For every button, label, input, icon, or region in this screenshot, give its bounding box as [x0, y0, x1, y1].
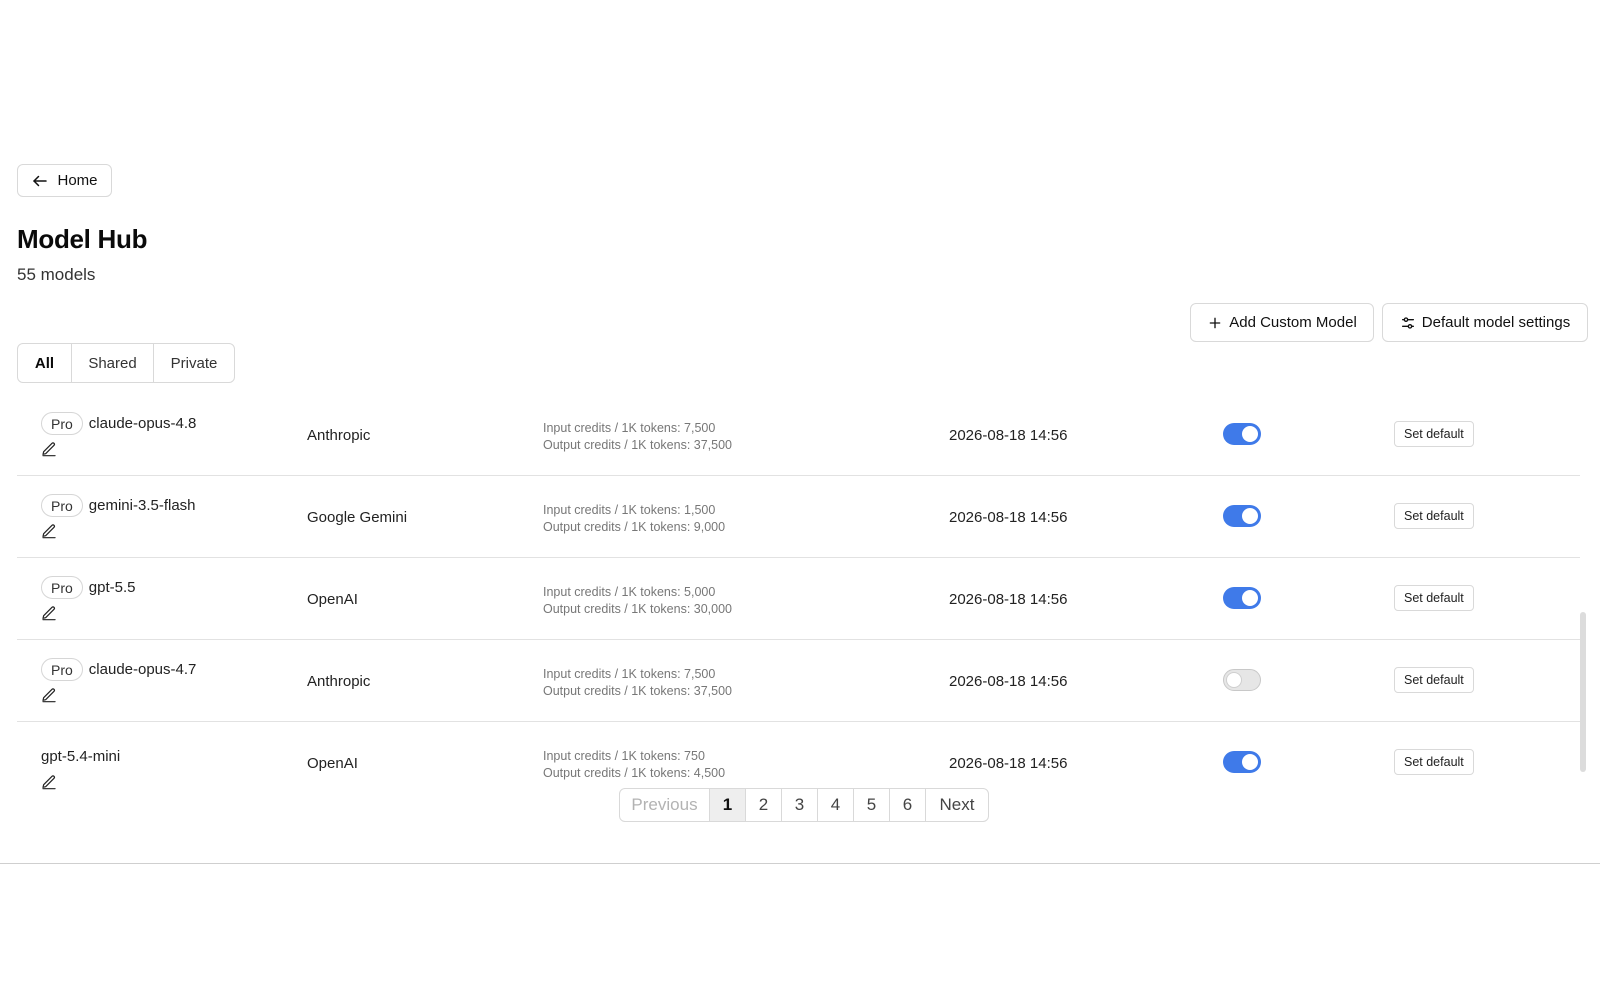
created-at: 2026-08-18 14:56 — [949, 509, 1068, 526]
next-page-button[interactable]: Next — [926, 789, 988, 821]
add-custom-model-button[interactable]: Add Custom Model — [1190, 303, 1374, 342]
pencil-icon[interactable] — [41, 687, 57, 703]
input-credits: Input credits / 1K tokens: 5,000 — [543, 585, 716, 599]
input-credits: Input credits / 1K tokens: 1,500 — [543, 503, 716, 517]
set-default-button[interactable]: Set default — [1394, 503, 1474, 529]
visibility-tabs: All Shared Private — [17, 343, 235, 383]
toggle-knob — [1226, 672, 1242, 688]
set-default-button[interactable]: Set default — [1394, 667, 1474, 693]
input-credits: Input credits / 1K tokens: 7,500 — [543, 421, 716, 435]
table-row: Pro claude-opus-4.8 Anthropic Input cred… — [17, 394, 1580, 476]
output-credits: Output credits / 1K tokens: 37,500 — [543, 438, 733, 452]
credits: Input credits / 1K tokens: 1,500 Output … — [543, 502, 725, 536]
toggle-knob — [1242, 590, 1258, 606]
page-button[interactable]: 5 — [854, 789, 890, 821]
model-name: gpt-5.5 — [88, 579, 136, 596]
output-credits: Output credits / 1K tokens: 37,500 — [543, 684, 733, 698]
input-credits: Input credits / 1K tokens: 7,500 — [543, 667, 716, 681]
pencil-icon[interactable] — [41, 605, 57, 621]
pencil-icon[interactable] — [41, 774, 57, 790]
created-at: 2026-08-18 14:56 — [949, 427, 1068, 444]
plus-icon — [1209, 317, 1221, 328]
model-name: claude-opus-4.8 — [88, 415, 197, 432]
provider: OpenAI — [307, 591, 358, 608]
toggle-knob — [1242, 426, 1258, 442]
model-name-cell: Pro claude-opus-4.7 — [41, 658, 196, 681]
input-credits: Input credits / 1K tokens: 750 — [543, 749, 705, 763]
toggle-knob — [1242, 754, 1258, 770]
enabled-toggle[interactable] — [1223, 587, 1261, 609]
credits: Input credits / 1K tokens: 7,500 Output … — [543, 420, 732, 454]
provider: Google Gemini — [307, 509, 408, 526]
model-name-cell: gpt-5.4-mini — [41, 748, 120, 765]
page-button[interactable]: 1 — [710, 789, 746, 821]
pro-badge: Pro — [41, 412, 83, 435]
credits: Input credits / 1K tokens: 7,500 Output … — [543, 666, 732, 700]
enabled-toggle[interactable] — [1223, 751, 1261, 773]
output-credits: Output credits / 1K tokens: 4,500 — [543, 766, 726, 780]
pro-badge: Pro — [41, 576, 83, 599]
home-button-label: Home — [57, 172, 98, 189]
pencil-icon[interactable] — [41, 523, 57, 539]
model-name-cell: Pro claude-opus-4.8 — [41, 412, 196, 435]
model-hub-page: Home Model Hub 55 models Add Custom Mode… — [0, 0, 1600, 1000]
divider — [0, 863, 1600, 864]
enabled-toggle[interactable] — [1223, 505, 1261, 527]
pro-badge: Pro — [41, 494, 83, 517]
table-row: Pro gemini-3.5-flash Google Gemini Input… — [17, 476, 1580, 558]
table-row: Pro gpt-5.5 OpenAI Input credits / 1K to… — [17, 558, 1580, 640]
created-at: 2026-08-18 14:56 — [949, 673, 1068, 690]
table-scrollbar[interactable] — [1580, 612, 1586, 772]
default-model-settings-button[interactable]: Default model settings — [1382, 303, 1588, 342]
model-name-cell: Pro gpt-5.5 — [41, 576, 136, 599]
pro-badge: Pro — [41, 658, 83, 681]
output-credits: Output credits / 1K tokens: 9,000 — [543, 520, 726, 534]
tab-private[interactable]: Private — [154, 344, 234, 382]
provider: Anthropic — [307, 673, 371, 690]
set-default-button[interactable]: Set default — [1394, 585, 1474, 611]
created-at: 2026-08-18 14:56 — [949, 591, 1068, 608]
enabled-toggle[interactable] — [1223, 423, 1261, 445]
pencil-icon[interactable] — [41, 441, 57, 457]
model-name: gemini-3.5-flash — [88, 497, 196, 514]
pagination: Previous 1 2 3 4 5 6 Next — [619, 788, 989, 822]
enabled-toggle[interactable] — [1223, 669, 1261, 691]
add-custom-model-label: Add Custom Model — [1229, 314, 1357, 331]
page-button[interactable]: 3 — [782, 789, 818, 821]
page-title: Model Hub — [17, 224, 148, 254]
model-count: 55 models — [17, 265, 96, 284]
settings-sliders-icon — [1401, 316, 1414, 329]
provider: OpenAI — [307, 755, 358, 772]
model-name: gpt-5.4-mini — [41, 748, 121, 765]
page-button[interactable]: 6 — [890, 789, 926, 821]
toggle-knob — [1242, 508, 1258, 524]
credits: Input credits / 1K tokens: 5,000 Output … — [543, 584, 732, 618]
provider: Anthropic — [307, 427, 371, 444]
set-default-button[interactable]: Set default — [1394, 421, 1474, 447]
model-name-cell: Pro gemini-3.5-flash — [41, 494, 196, 517]
tab-all[interactable]: All — [18, 344, 72, 382]
tab-shared[interactable]: Shared — [72, 344, 154, 382]
table-row: Pro claude-opus-4.7 Anthropic Input cred… — [17, 640, 1580, 722]
created-at: 2026-08-18 14:56 — [949, 755, 1068, 772]
model-name: claude-opus-4.7 — [88, 661, 197, 678]
credits: Input credits / 1K tokens: 750 Output cr… — [543, 748, 725, 782]
arrow-left-icon — [33, 175, 48, 186]
page-button[interactable]: 4 — [818, 789, 854, 821]
output-credits: Output credits / 1K tokens: 30,000 — [543, 602, 733, 616]
home-button[interactable]: Home — [17, 164, 112, 197]
previous-page-button[interactable]: Previous — [620, 789, 710, 821]
default-model-settings-label: Default model settings — [1421, 314, 1571, 331]
set-default-button[interactable]: Set default — [1394, 749, 1474, 775]
page-button[interactable]: 2 — [746, 789, 782, 821]
models-table: Pro claude-opus-4.8 Anthropic Input cred… — [17, 394, 1580, 804]
